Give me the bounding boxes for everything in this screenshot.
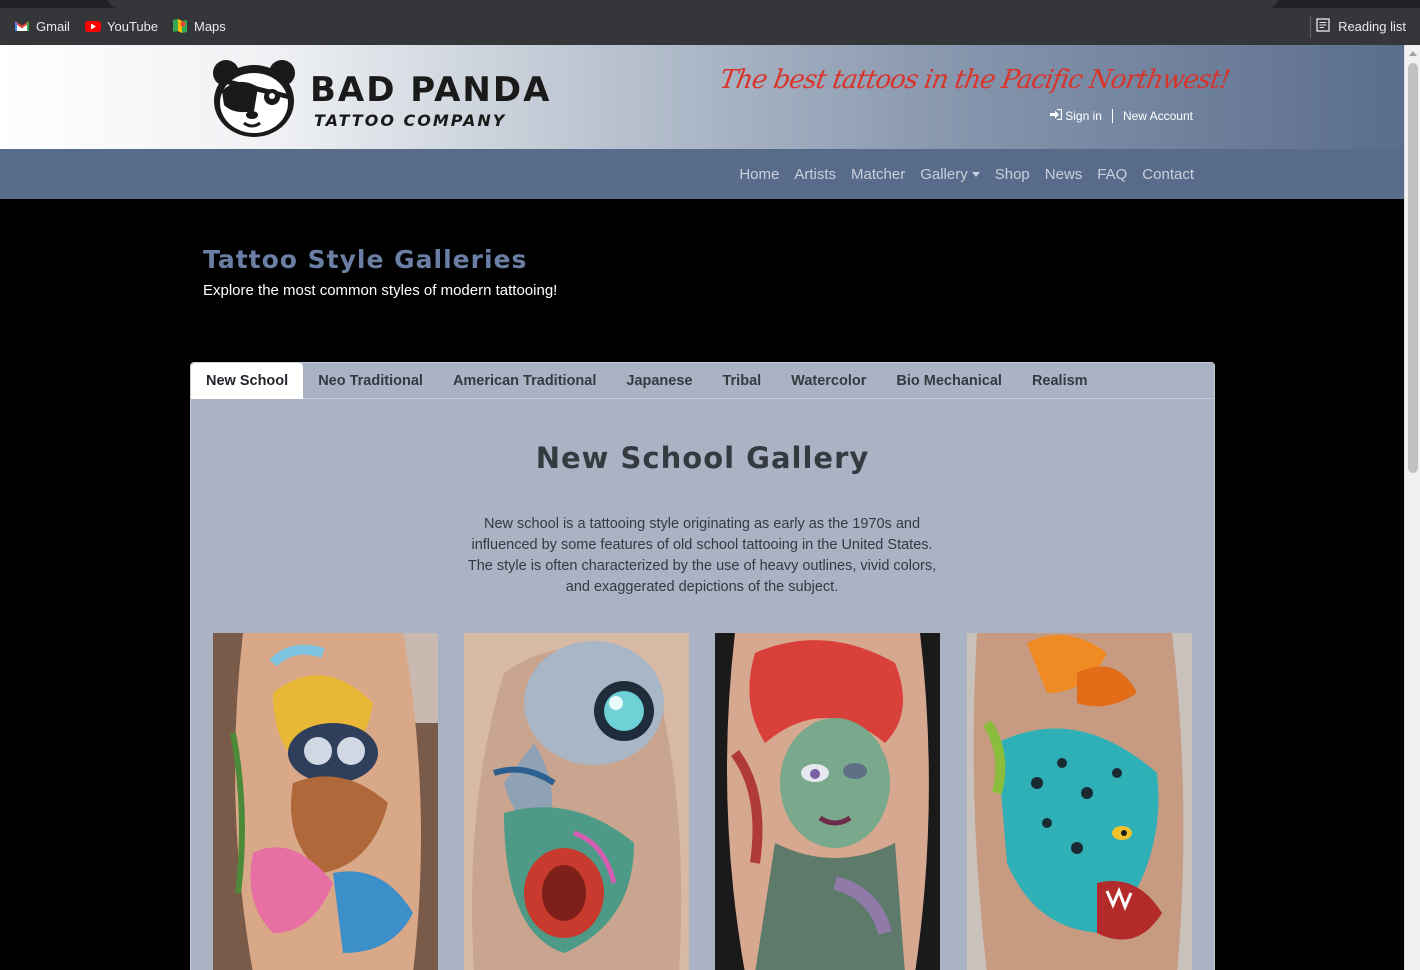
tab-new-school[interactable]: New School <box>191 363 304 399</box>
nav-item-gallery[interactable]: Gallery <box>920 166 980 183</box>
nav-item-label: Gallery <box>920 165 968 183</box>
chevron-down-icon <box>971 171 980 177</box>
logo-subtitle: TATTOO COMPANY <box>314 111 507 130</box>
page-title: Tattoo Style Galleries <box>203 245 528 274</box>
site-logo[interactable]: BAD PANDA TATTOO COMPANY <box>208 57 551 144</box>
logo-title: BAD PANDA <box>310 70 552 110</box>
new-account-link[interactable]: New Account <box>1123 109 1193 123</box>
bookmark-label: YouTube <box>107 18 159 34</box>
sign-in-icon <box>1050 108 1063 123</box>
page-subtitle: Explore the most common styles of modern… <box>203 282 558 299</box>
tab-realism[interactable]: Realism <box>1017 363 1103 399</box>
address-bar[interactable] <box>108 0 1278 8</box>
tab-tribal[interactable]: Tribal <box>707 363 776 399</box>
browser-toolbar <box>0 0 1420 8</box>
gallery-image-leopard[interactable] <box>967 633 1192 970</box>
maps-icon <box>172 18 188 34</box>
reading-list-button[interactable]: Reading list <box>1316 18 1406 35</box>
tab-watercolor[interactable]: Watercolor <box>776 363 881 399</box>
sign-in-label: Sign in <box>1065 109 1102 123</box>
reading-list-label: Reading list <box>1338 19 1406 34</box>
gallery-image-alien-skull[interactable] <box>464 633 689 970</box>
site-tagline: The best tattoos in the Pacific Northwes… <box>717 65 1232 95</box>
bookmark-label: Maps <box>194 18 226 34</box>
gallery-title: New School Gallery <box>535 441 870 475</box>
tab-japanese[interactable]: Japanese <box>611 363 707 399</box>
bookmark-youtube[interactable]: YouTube <box>85 18 158 34</box>
nav-item-home[interactable]: Home <box>739 166 779 183</box>
sign-in-link[interactable]: Sign in <box>1050 108 1102 123</box>
tab-neo-traditional[interactable]: Neo Traditional <box>303 363 438 399</box>
bookmark-gmail[interactable]: Gmail <box>14 18 70 34</box>
page-scrollbar[interactable] <box>1404 45 1420 970</box>
tab-american-traditional[interactable]: American Traditional <box>438 363 611 399</box>
nav-item-faq[interactable]: FAQ <box>1097 166 1127 183</box>
nav-item-matcher[interactable]: Matcher <box>851 166 905 183</box>
nav-item-shop[interactable]: Shop <box>995 166 1030 183</box>
reading-list-icon <box>1316 18 1330 35</box>
gmail-icon <box>14 18 30 34</box>
nav-item-artists[interactable]: Artists <box>794 166 836 183</box>
gallery-description: New school is a tattooing style originat… <box>467 516 937 595</box>
tab-bio-mechanical[interactable]: Bio Mechanical <box>881 363 1017 399</box>
web-page: BAD PANDA TATTOO COMPANY The best tattoo… <box>0 45 1404 970</box>
scrollbar-thumb[interactable] <box>1408 63 1418 473</box>
nav-item-contact[interactable]: Contact <box>1142 166 1194 183</box>
youtube-icon <box>85 18 101 34</box>
divider <box>1111 109 1113 123</box>
gallery-card: New School Neo Traditional American Trad… <box>190 362 1215 970</box>
gallery-image-zombie-girl[interactable] <box>715 633 940 970</box>
bookmark-maps[interactable]: Maps <box>172 18 226 34</box>
divider <box>1310 16 1311 38</box>
panda-logo-icon <box>208 57 300 144</box>
style-tabs: New School Neo Traditional American Trad… <box>191 363 1214 399</box>
scroll-up-icon[interactable] <box>1409 51 1417 56</box>
site-header: BAD PANDA TATTOO COMPANY The best tattoo… <box>0 45 1404 149</box>
main-navbar: Home Artists Matcher Gallery Shop News F… <box>0 149 1404 199</box>
bookmarks-bar: Gmail YouTube Maps Reading list <box>0 8 1420 45</box>
gallery-image-beaver[interactable] <box>213 633 438 970</box>
nav-menu: Home Artists Matcher Gallery Shop News F… <box>739 149 1194 199</box>
nav-item-news[interactable]: News <box>1045 166 1083 183</box>
bookmark-label: Gmail <box>36 18 70 34</box>
account-links: Sign in New Account <box>1050 108 1193 123</box>
